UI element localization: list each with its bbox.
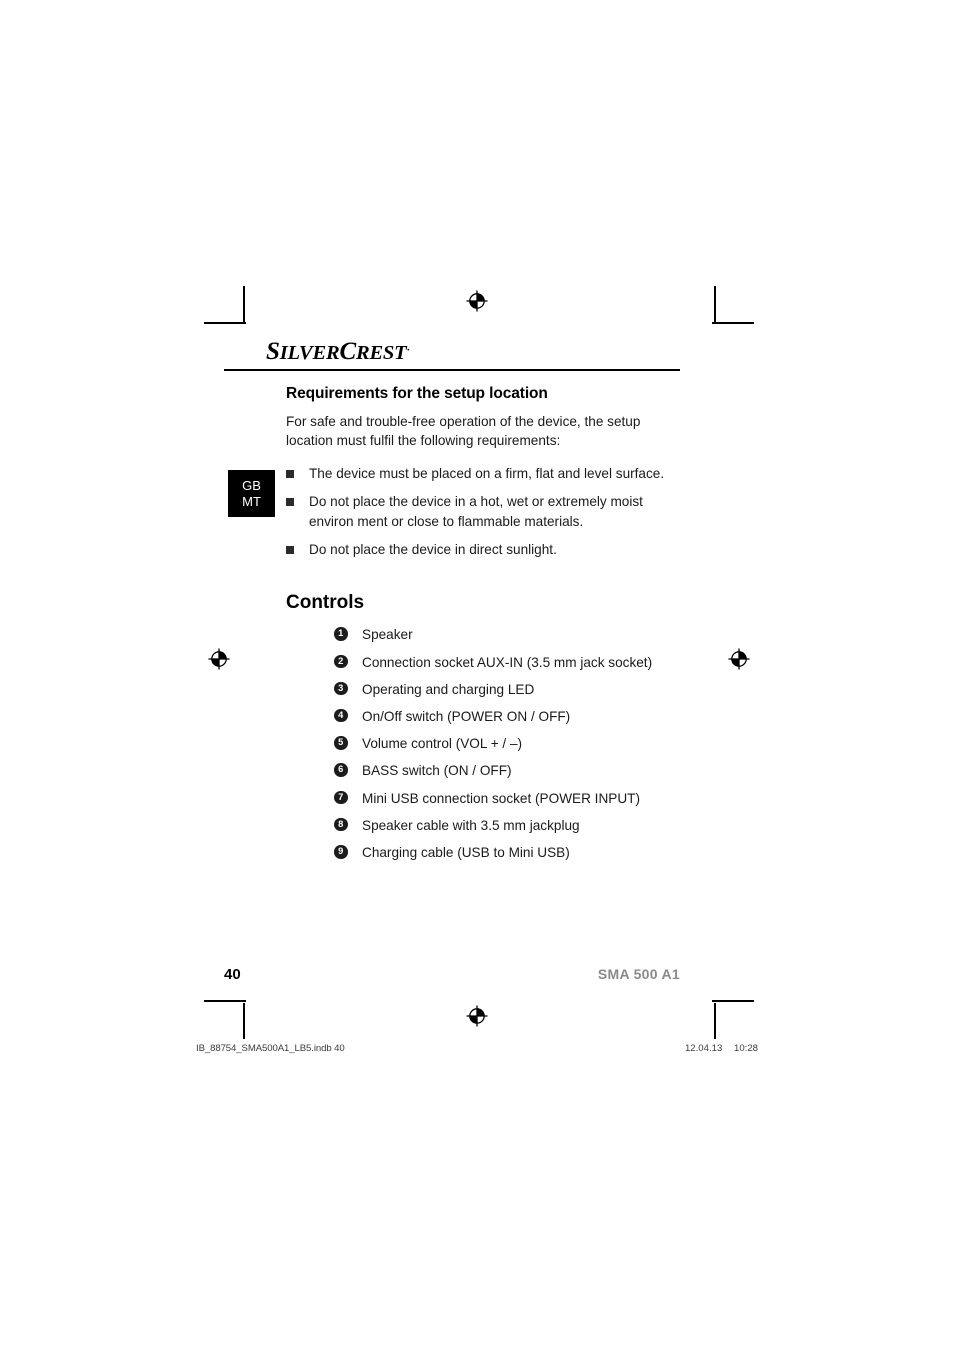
- logo-text-rest: REST: [355, 342, 407, 364]
- control-number-badge: 9: [334, 845, 348, 859]
- control-label: BASS switch (ON / OFF): [362, 763, 512, 779]
- list-item: 3 Operating and charging LED: [334, 680, 680, 700]
- silvercrest-logo: SILVERCREST·: [224, 338, 680, 366]
- body-block: Requirements for the setup location For …: [224, 385, 680, 863]
- control-number-badge: 8: [334, 817, 348, 832]
- list-item-text: Do not place the device in a hot, wet or…: [309, 494, 643, 529]
- model-name: SMA 500 A1: [597, 966, 680, 982]
- controls-list: 1 Speaker 2 Connection socket AUX-IN (3.…: [286, 625, 680, 862]
- list-item: 1 Speaker: [334, 625, 680, 645]
- crop-mark-bottom-right-horizontal: [712, 1000, 754, 1002]
- list-item: 4 On/Off switch (POWER ON / OFF): [334, 707, 680, 727]
- header-divider: [224, 369, 680, 371]
- control-label: Operating and charging LED: [362, 681, 535, 697]
- control-number-badge: 1: [334, 627, 348, 641]
- registration-mark-top: [464, 288, 490, 314]
- control-label: Connection socket AUX-IN (3.5 mm jack so…: [362, 654, 653, 670]
- list-item: Do not place the device in direct sunlig…: [286, 540, 680, 559]
- control-label: Charging cable (USB to Mini USB): [362, 845, 570, 860]
- list-item: 9 Charging cable (USB to Mini USB): [334, 843, 680, 863]
- print-slug-date: 12.04.13: [684, 1043, 723, 1054]
- list-item-text: Do not place the device in direct sunlig…: [309, 542, 557, 558]
- list-item: 7 Mini USB connection socket (POWER INPU…: [334, 789, 680, 809]
- control-number-badge: 6: [334, 763, 348, 777]
- crop-mark-top-right-horizontal: [712, 322, 754, 324]
- crop-mark-top-left-horizontal: [204, 322, 246, 324]
- list-item: The device must be placed on a firm, fla…: [286, 464, 680, 483]
- list-item: Do not place the device in a hot, wet or…: [286, 492, 680, 531]
- control-label: Speaker cable with 3.5 mm jackplug: [362, 817, 580, 833]
- square-bullet-icon: [286, 470, 294, 479]
- crop-mark-bottom-right-vertical: [714, 1003, 716, 1039]
- section-title: Requirements for the setup location: [286, 384, 548, 402]
- logo-text-ilver: ILVER: [279, 342, 340, 364]
- logo-letter-s: S: [266, 338, 280, 365]
- control-label: Mini USB connection socket (POWER INPUT): [362, 790, 640, 806]
- page-number: 40: [224, 966, 241, 983]
- print-slug-time: 10:28: [733, 1043, 758, 1054]
- registered-trademark-icon: ·: [406, 344, 410, 356]
- list-item: 5 Volume control (VOL + / –): [334, 734, 680, 754]
- print-slug-filename: IB_88754_SMA500A1_LB5.indb 40: [196, 1043, 345, 1054]
- crop-mark-top-right-vertical: [714, 286, 716, 322]
- control-label: Volume control (VOL + / –): [362, 736, 523, 752]
- list-item-text: The device must be placed on a firm, fla…: [309, 466, 665, 482]
- registration-mark-right: [726, 646, 752, 672]
- square-bullet-icon: [286, 498, 294, 507]
- controls-title: Controls: [286, 592, 365, 614]
- control-number-badge: 7: [334, 790, 348, 805]
- logo-letter-c: C: [339, 338, 356, 365]
- control-number-badge: 2: [334, 654, 348, 669]
- crop-mark-bottom-left-horizontal: [204, 1000, 246, 1002]
- print-slug: IB_88754_SMA500A1_LB5.indb 40 12.04.13 1…: [196, 1043, 758, 1054]
- control-number-badge: 3: [334, 681, 348, 696]
- page-content: SILVERCREST· Requirements for the setup …: [224, 338, 680, 870]
- square-bullet-icon: [286, 546, 294, 555]
- list-item: 6 BASS switch (ON / OFF): [334, 761, 680, 781]
- crop-mark-bottom-left-vertical: [243, 1003, 245, 1039]
- control-label: Speaker: [362, 627, 413, 643]
- control-number-badge: 5: [334, 736, 348, 750]
- section-intro-paragraph: For safe and trouble-free operation of t…: [286, 413, 641, 448]
- registration-mark-bottom: [464, 1003, 490, 1029]
- control-number-badge: 4: [334, 708, 348, 723]
- page-footer: 40 SMA 500 A1: [224, 966, 680, 983]
- document-page: GB MT SILVERCREST· Requirements for the …: [0, 0, 954, 1350]
- list-item: 2 Connection socket AUX-IN (3.5 mm jack …: [334, 653, 680, 673]
- crop-mark-top-left-vertical: [243, 286, 245, 322]
- print-slug-timestamp: 12.04.13 10:28: [676, 1043, 758, 1054]
- control-label: On/Off switch (POWER ON / OFF): [362, 708, 571, 724]
- requirements-list: The device must be placed on a firm, fla…: [286, 464, 680, 559]
- list-item: 8 Speaker cable with 3.5 mm jackplug: [334, 816, 680, 836]
